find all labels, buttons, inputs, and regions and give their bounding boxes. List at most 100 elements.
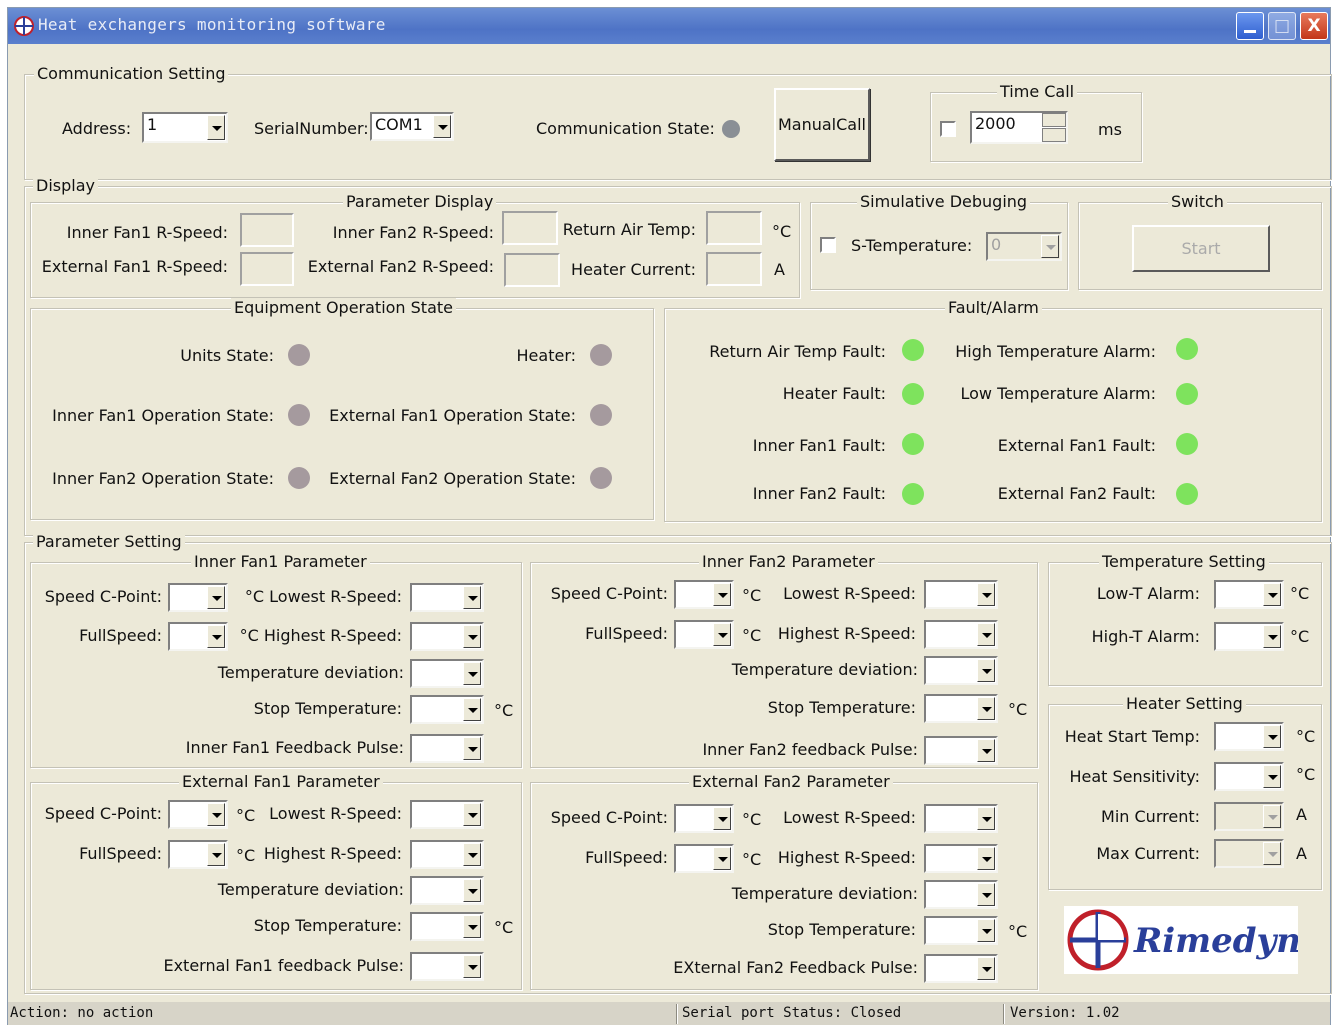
parameter-display-legend: Parameter Display — [343, 192, 497, 212]
inner-fan1-temp-deviation-select[interactable] — [410, 659, 484, 688]
chevron-down-icon — [977, 883, 995, 906]
external-fan2-temp-deviation-select[interactable] — [924, 880, 998, 909]
parameter-setting-legend: Parameter Setting — [33, 532, 185, 552]
chevron-down-icon — [977, 739, 995, 762]
inner-fan1-stop-temp-label: Stop Temperature: — [253, 699, 402, 718]
inner-fan2-speed-cpoint-select[interactable] — [674, 580, 734, 609]
heat-sensitivity-unit: °C — [1296, 765, 1316, 784]
title-bar[interactable]: Heat exchangers monitoring software □ X — [8, 8, 1330, 44]
external-fan2-feedback-pulse-select[interactable] — [924, 954, 998, 983]
inner-fan1-highest-speed-label: °C Highest R-Speed: — [239, 626, 402, 645]
inner-fan1-fault-label: Inner Fan1 Fault: — [752, 436, 886, 455]
external-fan1-highest-unit: °C — [236, 846, 256, 865]
external-fan2-lowest-speed-select[interactable] — [924, 804, 998, 833]
external-fan2-temp-deviation-label: Temperature deviation: — [731, 884, 918, 903]
external-fan1-speed-value — [240, 252, 294, 286]
switch-legend: Switch — [1168, 192, 1227, 212]
heat-sensitivity-select[interactable] — [1214, 762, 1284, 791]
low-t-alarm-select[interactable] — [1214, 580, 1284, 609]
s-temperature-checkbox[interactable] — [820, 237, 836, 253]
external-fan2-feedback-pulse-label: EXternal Fan2 Feedback Pulse: — [673, 958, 918, 977]
heater-state-label: Heater: — [516, 346, 576, 365]
high-t-alarm-select[interactable] — [1214, 622, 1284, 651]
chevron-down-icon — [977, 583, 995, 606]
external-fan2-stop-temp-label: Stop Temperature: — [767, 920, 916, 939]
min-current-label: Min Current: — [1101, 807, 1200, 826]
chevron-down-icon — [463, 915, 481, 938]
min-current-unit: A — [1296, 805, 1307, 824]
time-call-checkbox[interactable] — [940, 121, 956, 137]
s-temperature-select: 0 — [986, 232, 1062, 261]
spin-up-button[interactable] — [1042, 113, 1066, 127]
fault-alarm-legend: Fault/Alarm — [945, 298, 1042, 318]
inner-fan2-temp-deviation-select[interactable] — [924, 656, 998, 685]
chevron-down-icon — [433, 115, 451, 138]
inner-fan2-feedback-pulse-select[interactable] — [924, 736, 998, 765]
heat-start-temp-select[interactable] — [1214, 722, 1284, 751]
maximize-icon: □ — [1273, 16, 1291, 36]
external-fan1-feedback-pulse-select[interactable] — [410, 952, 484, 981]
spin-down-button[interactable] — [1042, 128, 1066, 142]
inner-fan1-stop-temp-select[interactable] — [410, 695, 484, 724]
inner-fan1-operation-label: Inner Fan1 Operation State: — [52, 406, 274, 425]
inner-fan2-highest-speed-select[interactable] — [924, 620, 998, 649]
external-fan1-lowest-speed-select[interactable] — [410, 800, 484, 829]
chevron-down-icon — [463, 803, 481, 826]
external-fan2-speed-label: External Fan2 R-Speed: — [307, 257, 494, 276]
external-fan2-fullspeed-select[interactable] — [674, 844, 734, 873]
heat-start-temp-unit: °C — [1296, 727, 1316, 746]
inner-fan2-stop-temp-unit: °C — [1008, 700, 1028, 719]
external-fan2-parameter-legend: External Fan2 Parameter — [689, 772, 893, 792]
heater-current-unit: A — [774, 260, 785, 279]
serial-number-label: SerialNumber: — [254, 119, 369, 138]
external-fan1-speed-cpoint-select[interactable] — [168, 800, 228, 829]
external-fan1-lowest-speed-label: Lowest R-Speed: — [269, 804, 402, 823]
external-fan2-highest-speed-label: Highest R-Speed: — [777, 848, 916, 867]
inner-fan1-highest-speed-select[interactable] — [410, 622, 484, 651]
inner-fan1-fullspeed-select[interactable] — [168, 622, 228, 651]
external-fan1-fullspeed-label: FullSpeed: — [79, 844, 162, 863]
close-button[interactable]: X — [1300, 12, 1328, 40]
external-fan1-highest-speed-select[interactable] — [410, 840, 484, 869]
chevron-down-icon — [1263, 805, 1281, 828]
external-fan2-fault-indicator — [1176, 483, 1198, 505]
status-action: Action: no action — [10, 1005, 154, 1021]
external-fan2-speed-cpoint-select[interactable] — [674, 804, 734, 833]
external-fan2-operation-label: External Fan2 Operation State: — [329, 469, 576, 488]
inner-fan2-highest-speed-label: Highest R-Speed: — [777, 624, 916, 643]
inner-fan1-lowest-speed-select[interactable] — [410, 583, 484, 612]
time-call-input[interactable]: 2000 — [970, 111, 1068, 144]
inner-fan2-lowest-speed-select[interactable] — [924, 580, 998, 609]
chevron-down-icon — [1263, 842, 1281, 865]
minimize-button[interactable] — [1236, 12, 1264, 40]
external-fan1-speed-cpoint-label: Speed C-Point: — [44, 804, 162, 823]
external-fan1-highest-speed-label: Highest R-Speed: — [263, 844, 402, 863]
serial-number-select[interactable]: COM1 — [370, 112, 454, 141]
high-t-alarm-unit: °C — [1290, 627, 1310, 646]
chevron-down-icon — [713, 583, 731, 606]
inner-fan1-speed-cpoint-select[interactable] — [168, 583, 228, 612]
chevron-down-icon — [1041, 235, 1059, 258]
low-t-alarm-unit: °C — [1290, 584, 1310, 603]
external-fan1-stop-temp-select[interactable] — [410, 912, 484, 941]
low-temp-alarm-label: Low Temperature Alarm: — [960, 384, 1157, 403]
inner-fan2-fullspeed-select[interactable] — [674, 620, 734, 649]
external-fan2-fault-label: External Fan2 Fault: — [997, 484, 1156, 503]
external-fan2-highest-speed-select[interactable] — [924, 844, 998, 873]
external-fan2-stop-temp-select[interactable] — [924, 916, 998, 945]
external-fan1-fullspeed-select[interactable] — [168, 840, 228, 869]
display-legend: Display — [33, 176, 98, 196]
inner-fan2-highest-unit: °C — [742, 626, 762, 645]
external-fan1-temp-deviation-select[interactable] — [410, 876, 484, 905]
inner-fan1-feedback-pulse-label: Inner Fan1 Feedback Pulse: — [185, 738, 404, 757]
chevron-down-icon — [713, 807, 731, 830]
inner-fan1-parameter-legend: Inner Fan1 Parameter — [191, 552, 370, 572]
simulative-debuging-legend: Simulative Debuging — [857, 192, 1031, 212]
inner-fan1-feedback-pulse-select[interactable] — [410, 734, 484, 763]
manual-call-button[interactable]: ManualCall — [774, 88, 870, 161]
maximize-button: □ — [1268, 12, 1296, 40]
inner-fan2-stop-temp-select[interactable] — [924, 694, 998, 723]
address-select[interactable]: 1 — [142, 112, 228, 143]
external-fan1-speed-label: External Fan1 R-Speed: — [41, 257, 228, 276]
chevron-down-icon — [463, 698, 481, 721]
